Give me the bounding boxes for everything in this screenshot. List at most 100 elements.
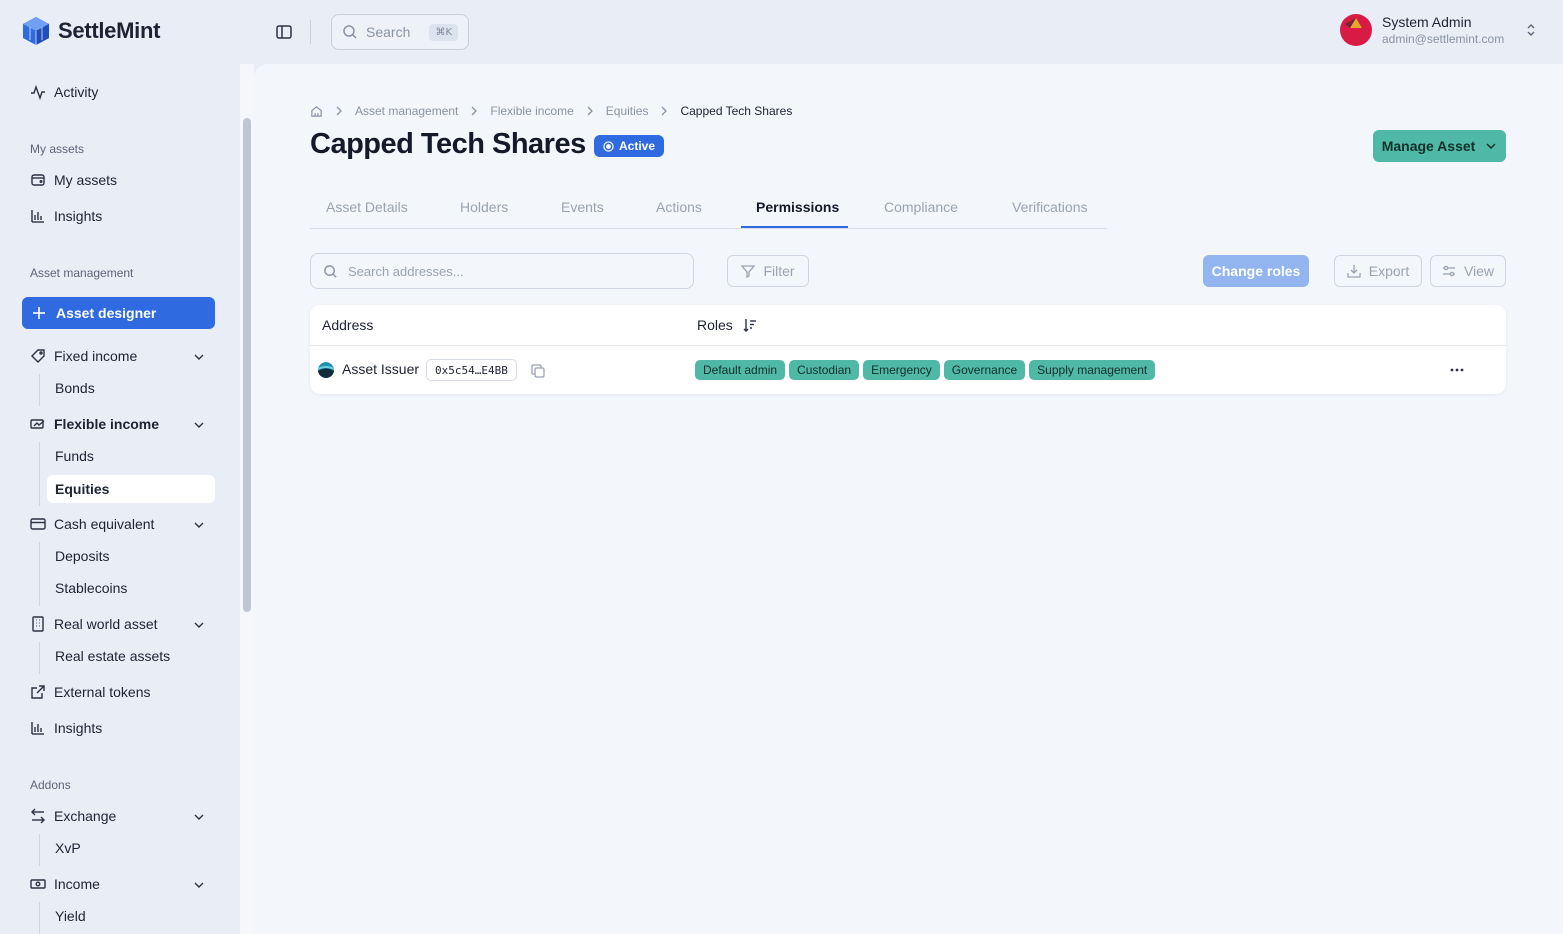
sidebar-item-deposits[interactable]: Deposits	[55, 548, 109, 564]
filter-button[interactable]: Filter	[727, 255, 809, 287]
sidebar-item-label: Insights	[54, 720, 103, 736]
sidebar-item-equities[interactable]: Equities	[47, 475, 215, 503]
tab-compliance[interactable]: Compliance	[884, 199, 958, 215]
breadcrumb-item[interactable]: Equities	[606, 104, 649, 118]
submenu-line	[39, 642, 40, 674]
section-addons: Addons	[30, 778, 71, 792]
tab-holders[interactable]: Holders	[460, 199, 508, 215]
bar-chart-icon	[31, 722, 44, 735]
submenu-line	[39, 902, 40, 934]
sidebar-item-label: My assets	[54, 172, 118, 188]
sidebar-item-flexible-income[interactable]: Flexible income	[30, 416, 159, 432]
sidebar-item-bonds[interactable]: Bonds	[55, 380, 95, 396]
user-menu[interactable]: System Admin admin@settlemint.com	[1340, 14, 1538, 46]
breadcrumb-item[interactable]: Flexible income	[490, 104, 573, 118]
sidebar-item-label: Activity	[54, 84, 99, 100]
view-button[interactable]: View	[1430, 255, 1506, 287]
home-icon[interactable]	[310, 105, 323, 118]
role-badge: Governance	[943, 360, 1026, 380]
sidebar-item-real-world-asset[interactable]: Real world asset	[30, 616, 158, 632]
sidebar-item-label: Fixed income	[54, 348, 138, 364]
wallet-icon	[31, 174, 45, 186]
user-email: admin@settlemint.com	[1382, 32, 1505, 46]
sidebar-item-yield[interactable]: Yield	[55, 908, 86, 924]
submenu-line	[39, 442, 40, 506]
asset-designer-label: Asset designer	[56, 305, 157, 321]
tab-actions[interactable]: Actions	[656, 199, 702, 215]
address-search-input[interactable]	[348, 263, 668, 279]
sidebar-item-fixed-income[interactable]: Fixed income	[30, 348, 137, 364]
tab-asset-details[interactable]: Asset Details	[326, 199, 408, 215]
chevron-down-icon[interactable]	[192, 418, 206, 432]
sidebar-item-activity[interactable]: Activity	[30, 84, 98, 100]
tab-permissions[interactable]: Permissions	[756, 199, 839, 215]
column-header-roles[interactable]: Roles	[697, 317, 757, 333]
breadcrumb-current: Capped Tech Shares	[680, 104, 793, 118]
chevron-right-icon	[336, 106, 342, 116]
sidebar-item-insights[interactable]: Insights	[30, 720, 102, 736]
sidebar-item-cash-equivalent[interactable]: Cash equivalent	[30, 516, 154, 532]
manage-asset-button[interactable]: Manage Asset	[1373, 130, 1506, 162]
avatar	[1340, 14, 1372, 46]
chevron-down-icon[interactable]	[192, 518, 206, 532]
asset-designer-button[interactable]: Asset designer	[22, 297, 215, 329]
sidebar-item-label: Exchange	[54, 808, 117, 824]
sidebar-toggle-icon[interactable]	[274, 22, 294, 42]
role-badge: Supply management	[1029, 360, 1156, 380]
sidebar: Activity My assets My assets Insights As…	[0, 64, 240, 934]
chevron-down-icon[interactable]	[192, 618, 206, 632]
activity-icon	[31, 84, 45, 100]
submenu-line	[39, 374, 40, 406]
sidebar-scrollbar-thumb[interactable]	[243, 118, 251, 612]
app-logo[interactable]: SettleMint	[22, 16, 160, 46]
change-roles-button[interactable]: Change roles	[1203, 255, 1309, 287]
chevron-right-icon	[471, 106, 478, 116]
global-search[interactable]: Search ⌘K	[331, 14, 469, 50]
page-title: Capped Tech Shares	[310, 128, 586, 160]
settlemint-logo-icon	[23, 17, 49, 45]
address-search[interactable]	[310, 253, 694, 289]
sidebar-item-xvp[interactable]: XvP	[55, 840, 81, 856]
role-badges: Default admin Custodian Emergency Govern…	[695, 360, 1156, 380]
sidebar-item-exchange[interactable]: Exchange	[30, 808, 116, 824]
sidebar-item-my-assets[interactable]: My assets	[30, 172, 117, 188]
status-badge-label: Active	[619, 139, 656, 153]
column-header-address: Address	[322, 317, 374, 333]
sidebar-item-label: Insights	[54, 208, 103, 224]
sidebar-item-label: Flexible income	[54, 416, 160, 432]
bar-chart-icon	[31, 210, 44, 223]
tab-verifications[interactable]: Verifications	[1012, 199, 1087, 215]
status-badge: Active	[594, 135, 665, 157]
more-horizontal-icon[interactable]	[1448, 363, 1466, 377]
asset-tabs: Asset Details Holders Events Actions Per…	[310, 188, 1107, 229]
column-header-roles-label: Roles	[697, 317, 733, 333]
search-icon	[343, 25, 357, 39]
topbar-divider	[310, 20, 311, 44]
breadcrumb-item[interactable]: Asset management	[355, 104, 458, 118]
active-tab-indicator	[741, 226, 848, 228]
breadcrumb: Asset management Flexible income Equitie…	[310, 104, 792, 118]
filter-label: Filter	[763, 263, 795, 279]
submenu-line	[39, 542, 40, 606]
export-button[interactable]: Export	[1334, 255, 1422, 287]
permissions-table: Address Roles Asset Issuer 0x5c54…E4BB D…	[310, 305, 1506, 394]
tab-events[interactable]: Events	[561, 199, 604, 215]
section-my-assets: My assets	[30, 142, 85, 156]
tag-icon	[31, 349, 45, 363]
chevron-down-icon[interactable]	[192, 350, 206, 364]
sidebar-item-insights-top[interactable]: Insights	[30, 208, 102, 224]
sort-icon[interactable]	[743, 318, 757, 332]
address-avatar	[318, 362, 334, 378]
chevron-right-icon	[587, 106, 593, 116]
sidebar-item-income[interactable]: Income	[30, 876, 100, 892]
sidebar-item-external-tokens[interactable]: External tokens	[30, 684, 151, 700]
sidebar-item-label: External tokens	[54, 684, 151, 700]
address-hash[interactable]: 0x5c54…E4BB	[426, 359, 517, 381]
sidebar-item-funds[interactable]: Funds	[55, 448, 94, 464]
chevron-down-icon[interactable]	[192, 878, 206, 892]
sidebar-item-real-estate-assets[interactable]: Real estate assets	[55, 648, 170, 664]
sidebar-item-stablecoins[interactable]: Stablecoins	[55, 580, 127, 596]
copy-icon[interactable]	[530, 363, 546, 379]
export-label: Export	[1368, 263, 1410, 279]
chevron-down-icon[interactable]	[192, 810, 206, 824]
